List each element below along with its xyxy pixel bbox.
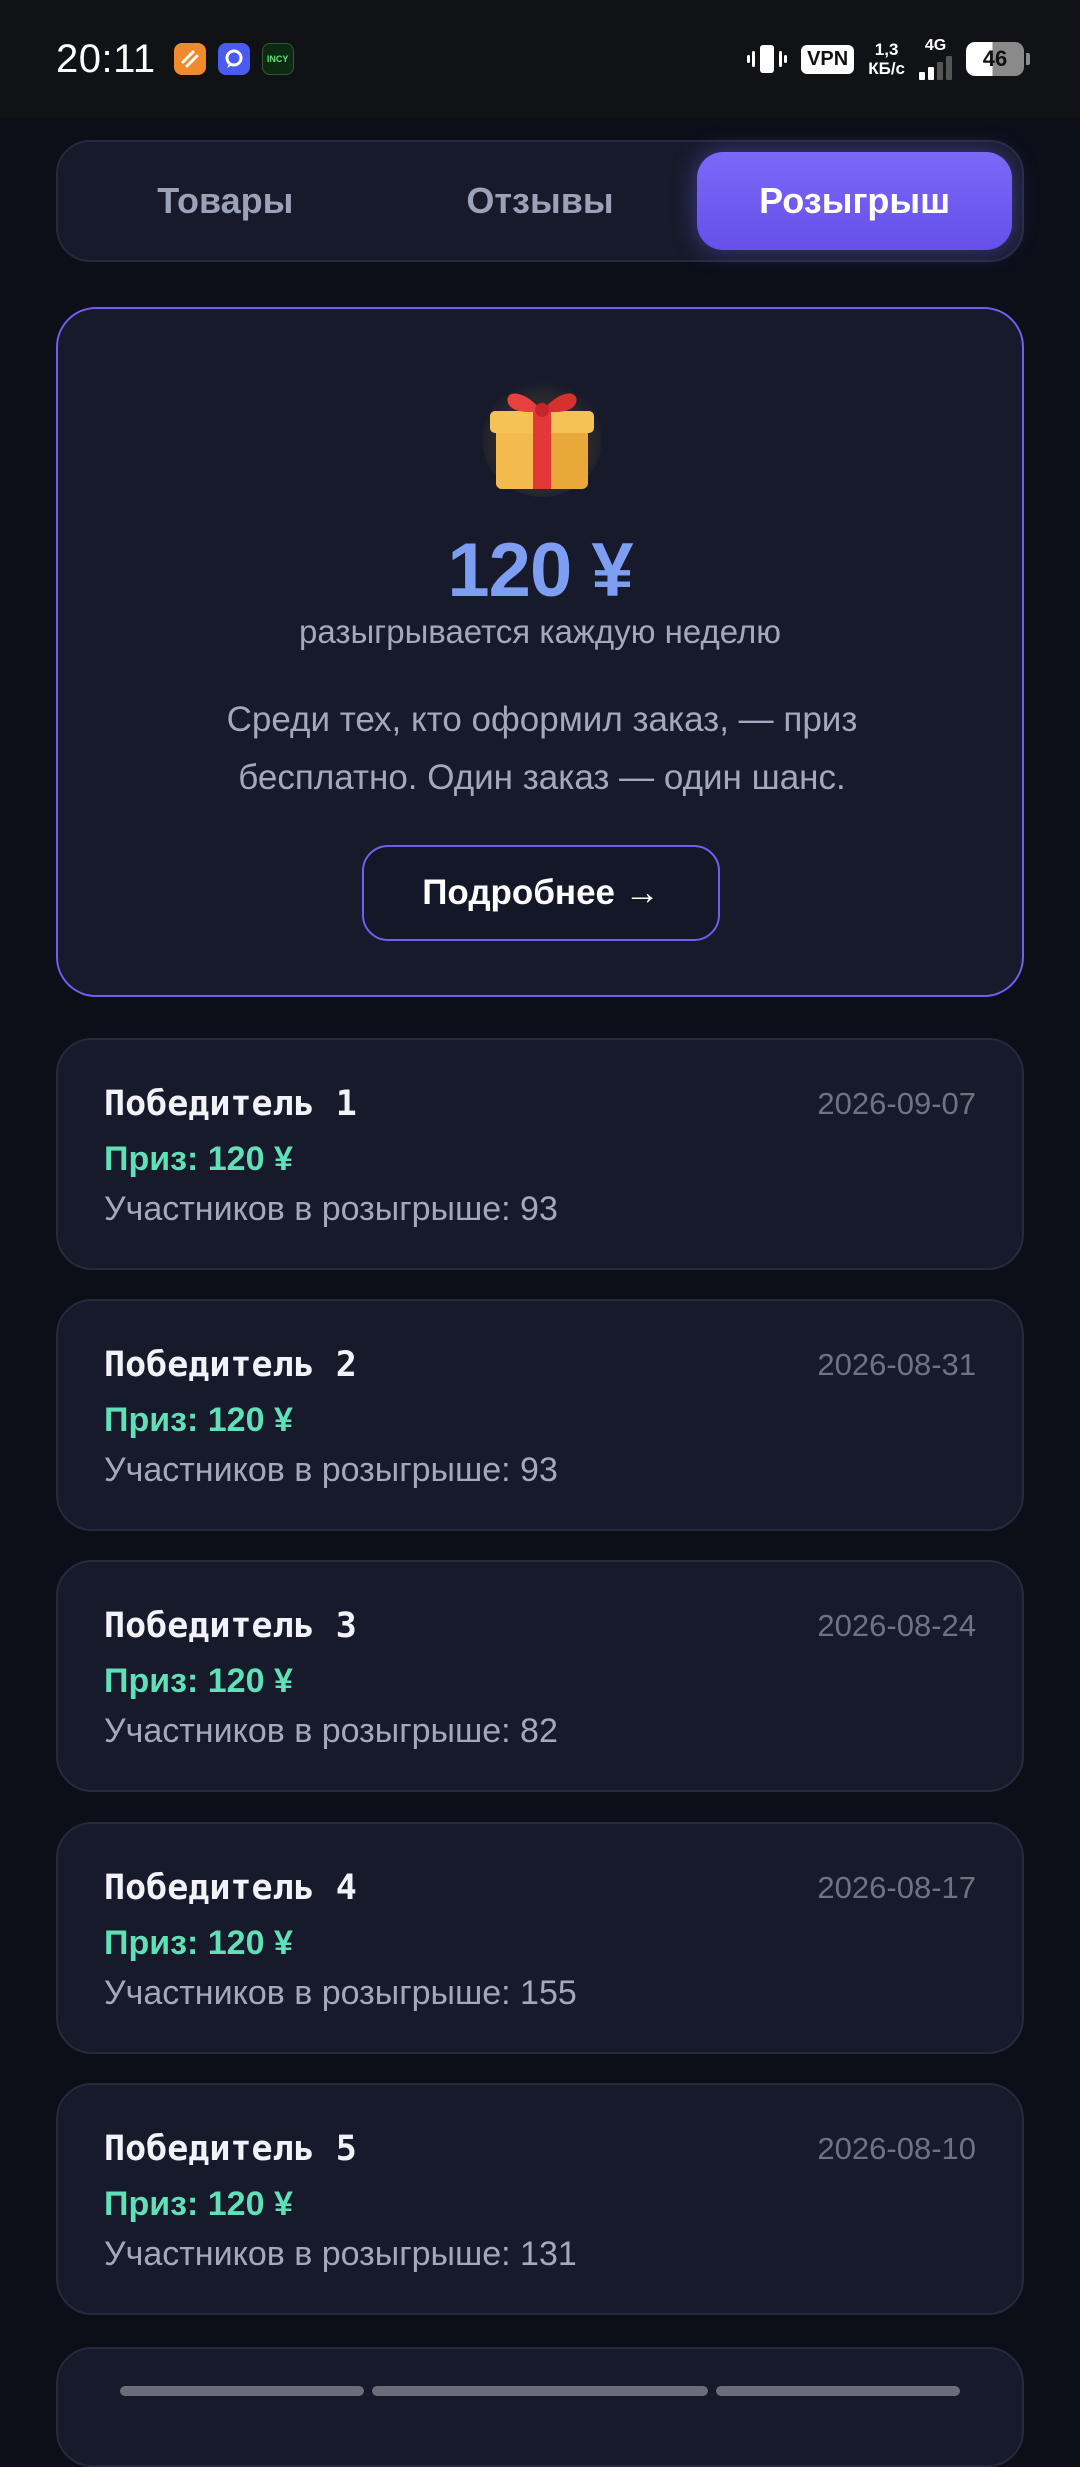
prize-amount: 120 ¥ bbox=[447, 528, 633, 613]
signal-bars-icon bbox=[919, 54, 952, 80]
winner-participants: Участников в розыгрыше: 82 bbox=[104, 1712, 558, 1750]
gift-icon bbox=[482, 367, 602, 497]
battery-level: 46 bbox=[982, 46, 1008, 71]
app-incy-icon: INCY bbox=[261, 43, 294, 75]
battery-icon: 46 bbox=[966, 42, 1030, 76]
tab-products[interactable]: Товары bbox=[68, 152, 383, 250]
status-app-icons: INCY bbox=[173, 43, 294, 75]
winner-date: 2026-09-07 bbox=[817, 1086, 976, 1121]
network-speed: 1,3 КБ/с bbox=[868, 40, 905, 78]
tab-giveaway[interactable]: Розыгрыш bbox=[697, 152, 1013, 250]
winner-name: Победитель 4 bbox=[104, 1868, 357, 1908]
status-time: 20:11 bbox=[56, 36, 156, 81]
prize-subtitle: разыгрывается каждую неделю bbox=[299, 613, 781, 650]
prize-description: Среди тех, кто оформил заказ, — приз бес… bbox=[226, 700, 858, 797]
nav-gesture-bar[interactable] bbox=[120, 2386, 364, 2396]
winner-prize: Приз: 120 ¥ bbox=[104, 2185, 293, 2223]
winner-name: Победитель 2 bbox=[104, 1345, 357, 1385]
winner-participants: Участников в розыгрыше: 155 bbox=[104, 1974, 577, 2012]
speed-value: 1,3 bbox=[874, 40, 899, 59]
winner-card-partial bbox=[56, 2347, 1024, 2467]
winner-prize: Приз: 120 ¥ bbox=[104, 1662, 293, 1700]
nav-gesture-bar[interactable] bbox=[372, 2386, 708, 2396]
network-type: 4G bbox=[924, 37, 947, 54]
winner-name: Победитель 5 bbox=[104, 2129, 357, 2169]
winner-date: 2026-08-31 bbox=[817, 1347, 976, 1382]
winner-name: Победитель 3 bbox=[104, 1606, 357, 1646]
winner-prize: Приз: 120 ¥ bbox=[104, 1140, 293, 1178]
winner-participants: Участников в розыгрыше: 93 bbox=[104, 1190, 558, 1228]
winner-prize: Приз: 120 ¥ bbox=[104, 1401, 293, 1439]
nav-gesture-bar[interactable] bbox=[716, 2386, 960, 2396]
winner-card: Победитель 2 2026-08-31 Приз: 120 ¥ Учас… bbox=[56, 1299, 1024, 1531]
winner-card: Победитель 1 2026-09-07 Приз: 120 ¥ Учас… bbox=[56, 1038, 1024, 1270]
winner-prize: Приз: 120 ¥ bbox=[104, 1924, 293, 1962]
network-signal: 4G bbox=[919, 38, 952, 80]
vibrate-icon bbox=[747, 42, 788, 76]
winner-participants: Участников в розыгрыше: 93 bbox=[104, 1451, 558, 1489]
tab-reviews[interactable]: Отзывы bbox=[383, 152, 698, 250]
winner-participants: Участников в розыгрыше: 131 bbox=[104, 2235, 577, 2273]
vpn-badge: VPN bbox=[801, 44, 855, 74]
winner-date: 2026-08-24 bbox=[817, 1608, 976, 1643]
tab-bar: Товары Отзывы Розыгрыш bbox=[56, 140, 1024, 262]
app-chat-icon bbox=[217, 43, 250, 75]
winner-date: 2026-08-17 bbox=[817, 1870, 976, 1905]
winner-card: Победитель 4 2026-08-17 Приз: 120 ¥ Учас… bbox=[56, 1822, 1024, 2054]
speed-unit: КБ/с bbox=[868, 59, 905, 78]
more-details-button[interactable]: Подробнее → bbox=[362, 845, 720, 941]
prize-card: 120 ¥ разыгрывается каждую неделю Среди … bbox=[56, 307, 1024, 997]
winner-card: Победитель 5 2026-08-10 Приз: 120 ¥ Учас… bbox=[56, 2083, 1024, 2315]
winner-name: Победитель 1 bbox=[104, 1084, 357, 1124]
status-bar: 20:11 INCY VPN 1,3 КБ/с 4G 46 bbox=[0, 0, 1080, 118]
winner-date: 2026-08-10 bbox=[817, 2131, 976, 2166]
app-notification-icon bbox=[173, 43, 206, 75]
winner-card: Победитель 3 2026-08-24 Приз: 120 ¥ Учас… bbox=[56, 1560, 1024, 1792]
